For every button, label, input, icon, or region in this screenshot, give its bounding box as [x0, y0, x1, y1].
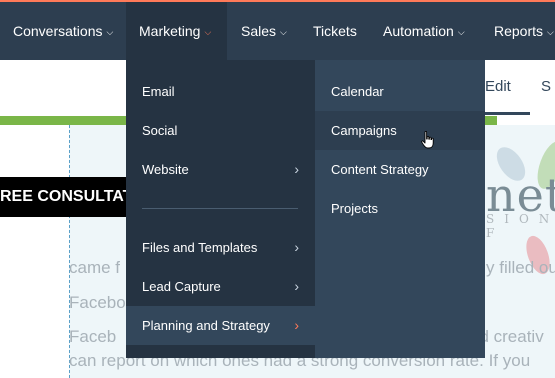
screen: Edit S REE CONSULTAT neti SION F came f … — [0, 0, 555, 378]
nav-label: Tickets — [313, 23, 357, 39]
chevron-right-icon: › — [294, 317, 299, 333]
nav-marketing[interactable]: Marketing ⌵ — [126, 2, 227, 60]
menu-item-label: Content Strategy — [331, 162, 429, 177]
body-text-line: Facebo — [69, 293, 126, 312]
menu-item-label: Social — [142, 123, 178, 138]
top-nav: Conversations ⌵ Marketing ⌵ Sales ⌵ Tickets… — [0, 2, 555, 60]
chevron-down-icon: ⌵ — [106, 27, 114, 37]
nav-tickets[interactable]: Tickets — [313, 2, 357, 60]
body-text-line: came f — [69, 258, 121, 277]
nav-label: Automation — [383, 23, 454, 39]
submenu-item-campaigns[interactable]: Campaigns — [315, 111, 485, 150]
nav-label: Marketing — [139, 23, 201, 39]
nav-conversations[interactable]: Conversations ⌵ — [13, 2, 113, 60]
chevron-down-icon: ⌵ — [457, 27, 465, 37]
menu-item-label: Planning and Strategy — [142, 318, 270, 333]
tab-edit[interactable]: Edit — [485, 78, 511, 95]
chevron-right-icon: › — [294, 278, 299, 294]
menu-item-planning-and-strategy[interactable]: Planning and Strategy › — [126, 306, 315, 345]
chevron-down-icon: ⌵ — [280, 27, 287, 37]
chevron-right-icon: › — [294, 239, 299, 255]
menu-item-files-and-templates[interactable]: Files and Templates › — [126, 228, 315, 267]
planning-submenu: Calendar Campaigns Content Strategy Proj… — [315, 60, 485, 358]
active-tab-indicator — [478, 112, 530, 115]
menu-item-label: Campaigns — [331, 123, 397, 138]
cta-button[interactable]: REE CONSULTAT — [0, 177, 130, 217]
marketing-menu: Email Social Website › Files and Template… — [126, 60, 315, 358]
menu-item-label: Lead Capture — [142, 279, 221, 294]
body-text-line: y filled ou — [486, 258, 555, 277]
body-text-line: Faceb — [69, 327, 117, 346]
nav-label: Sales — [241, 23, 277, 39]
menu-item-website[interactable]: Website › — [126, 150, 315, 189]
nav-label: Reports — [494, 23, 544, 39]
menu-item-label: Calendar — [331, 84, 384, 99]
logo-subtext: SION F — [486, 212, 555, 240]
nav-reports[interactable]: Reports ⌵ — [494, 2, 554, 60]
submenu-item-calendar[interactable]: Calendar — [315, 72, 485, 111]
menu-item-lead-capture[interactable]: Lead Capture › — [126, 267, 315, 306]
menu-item-social[interactable]: Social — [126, 111, 315, 150]
menu-item-label: Website — [142, 162, 189, 177]
menu-item-email[interactable]: Email — [126, 72, 315, 111]
menu-divider — [142, 208, 298, 209]
nav-automation[interactable]: Automation ⌵ — [383, 2, 465, 60]
submenu-item-content-strategy[interactable]: Content Strategy — [315, 150, 485, 189]
menu-item-label: Email — [142, 84, 175, 99]
menu-item-label: Files and Templates — [142, 240, 258, 255]
nav-sales[interactable]: Sales ⌵ — [241, 2, 287, 60]
nav-label: Conversations — [13, 23, 103, 39]
chevron-right-icon: › — [294, 161, 299, 177]
tab-settings[interactable]: S — [541, 78, 551, 95]
submenu-item-projects[interactable]: Projects — [315, 189, 485, 228]
chevron-down-icon: ⌵ — [204, 27, 212, 37]
hand-cursor-icon — [421, 131, 434, 149]
chevron-down-icon: ⌵ — [547, 27, 554, 37]
menu-item-label: Projects — [331, 201, 378, 216]
